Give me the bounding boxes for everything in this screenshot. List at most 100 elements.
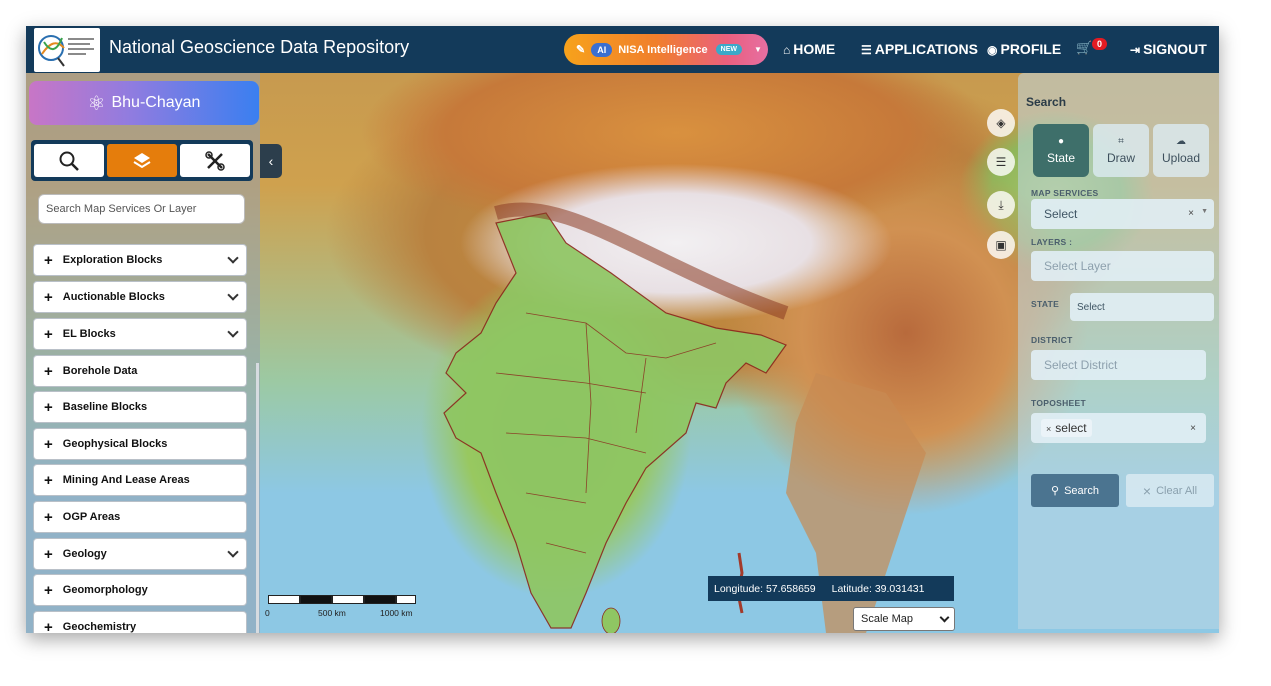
atom-icon: ⚛ [87,92,106,115]
clear-icon[interactable]: × [1188,208,1194,219]
ngdr-logo[interactable] [34,28,100,72]
search-tool-button[interactable] [34,144,104,177]
tools-tool-button[interactable] [180,144,250,177]
map-scale-bar: 0 500 km 1000 km [265,595,438,619]
layer-label: Exploration Blocks [62,254,163,266]
state-select[interactable]: Select [1070,293,1214,321]
remove-tag-icon[interactable]: × [1046,424,1051,434]
toposheet-select[interactable]: × select × [1031,413,1206,443]
cart-icon[interactable]: 🛒 [1076,40,1092,56]
layers-tool-button[interactable] [107,144,177,177]
nav-signout[interactable]: ⇥ SIGNOUT [1130,41,1207,57]
chevron-down-icon [227,289,239,301]
plus-icon: + [44,581,53,599]
layer-exploration-blocks[interactable]: + Exploration Blocks [33,244,247,276]
layers-icon: ◈ [996,116,1006,130]
layer-borehole-data[interactable]: + Borehole Data [33,355,247,387]
nav-applications-label: APPLICATIONS [874,41,978,57]
layer-baseline-blocks[interactable]: + Baseline Blocks [33,391,247,423]
nav-signout-label: SIGNOUT [1143,41,1207,57]
layer-geochemistry[interactable]: + Geochemistry [33,611,247,633]
map-services-select[interactable]: Select × ▼ [1031,199,1214,229]
search-icon: ⚲ [1051,485,1060,497]
signout-icon: ⇥ [1130,43,1141,57]
chevron-down-icon: ▼ [1201,208,1208,215]
new-badge: NEW [715,44,743,55]
nav-home-label: HOME [793,41,836,57]
layer-label: Geology [62,548,107,560]
ai-badge: AI [591,42,613,57]
basemap-layers-button[interactable]: ◈ [987,109,1015,137]
tab-state[interactable]: ● State [1033,124,1089,177]
layer-el-blocks[interactable]: + EL Blocks [33,318,247,350]
longitude-label: Longitude: [714,582,764,595]
panel-scrollbar[interactable] [256,363,259,633]
layer-panel: ⚛ Bhu-Chayan Search Map Services Or Laye… [26,73,260,633]
layer-geomorphology[interactable]: + Geomorphology [33,574,247,606]
nav-home[interactable]: ⌂ HOME [783,41,835,57]
collapse-panel-button[interactable]: ‹ [260,144,282,178]
clear-all-button[interactable]: × Clear All [1126,474,1214,507]
layer-search-input[interactable] [38,194,245,224]
bhu-chayan-button[interactable]: ⚛ Bhu-Chayan [29,81,259,125]
list-icon: ☰ [995,155,1007,169]
district-select[interactable]: Select District [1031,350,1206,380]
toposheet-tag: × select [1041,419,1092,437]
nav-applications[interactable]: ☰ APPLICATIONS [861,41,978,57]
tab-upload[interactable]: ☁ Upload [1153,124,1209,177]
search-icon [59,151,79,171]
search-button[interactable]: ⚲ Search [1031,474,1119,507]
add-folder-button[interactable]: ▣ [987,231,1015,259]
layer-label: Mining And Lease Areas [62,474,190,486]
search-button-label: Search [1064,484,1099,497]
nisa-label: NISA Intelligence [618,43,708,56]
layer-geophysical-blocks[interactable]: + Geophysical Blocks [33,428,247,460]
layer-label: EL Blocks [62,328,116,340]
folder-plus-icon: ▣ [995,238,1007,252]
tab-upload-label: Upload [1161,151,1201,165]
search-panel-title: Search [1026,95,1067,109]
list-icon: ☰ [861,43,872,57]
tab-draw[interactable]: ⌗ Draw [1093,124,1149,177]
layers-icon [133,152,151,168]
chevron-down-icon [227,546,239,558]
draw-icon: ⌗ [1118,136,1124,147]
chevron-down-icon [939,612,950,623]
app-title: National Geoscience Data Repository [109,37,410,57]
scale-segment [268,595,300,604]
clear-icon[interactable]: × [1190,423,1196,434]
scale-label: 1000 km [380,608,413,618]
latitude-label: Latitude: [831,582,872,595]
layer-mining-lease-areas[interactable]: + Mining And Lease Areas [33,464,247,496]
nisa-intelligence-button[interactable]: ✎ AI NISA Intelligence NEW ▼ [564,34,768,65]
map-services-label: MAP SERVICES [1031,188,1099,198]
toposheet-tag-label: select [1055,421,1087,435]
layer-label: OGP Areas [62,511,121,523]
plus-icon: + [44,435,53,453]
layers-label: LAYERS : [1031,237,1073,247]
basemap-select[interactable]: Scale Map [853,607,955,631]
tab-state-label: State [1046,151,1076,165]
sri-lanka-landmass [601,607,621,633]
toposheet-label: TOPOSHEET [1031,398,1086,408]
download-button[interactable]: ⤓ [987,191,1015,219]
chevron-down-icon [227,326,239,338]
latitude-value: 39.031431 [874,582,925,595]
plus-icon: + [44,471,53,489]
scale-label: 500 km [318,608,346,618]
nav-profile[interactable]: ◉ PROFILE [987,41,1061,57]
layers-select[interactable]: Select Layer [1031,251,1214,281]
top-header: National Geoscience Data Repository ✎ AI… [26,26,1219,73]
layer-label: Geomorphology [62,584,148,596]
ngdr-logo-graphic [38,35,94,67]
upload-cloud-icon: ☁ [1176,136,1186,147]
layer-ogp-areas[interactable]: + OGP Areas [33,501,247,533]
scale-segment [300,595,332,604]
close-icon: × [1142,482,1152,499]
layer-label: Geochemistry [62,621,137,633]
chevron-down-icon: ▼ [754,45,762,54]
tab-draw-label: Draw [1106,151,1135,165]
layer-auctionable-blocks[interactable]: + Auctionable Blocks [33,281,247,313]
layer-geology[interactable]: + Geology [33,538,247,570]
legend-list-button[interactable]: ☰ [987,148,1015,176]
